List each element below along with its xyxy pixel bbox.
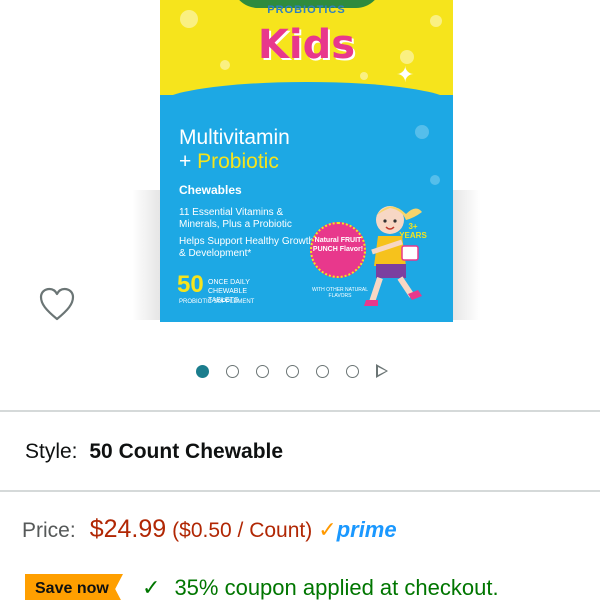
star-icon: ✦ xyxy=(396,62,415,87)
coupon-text: 35% coupon applied at checkout. xyxy=(174,575,499,600)
tablet-count: 50 xyxy=(177,271,204,298)
carousel-dot-5[interactable] xyxy=(316,364,329,378)
other-flavors-note: WITH OTHER NATURAL FLAVORS xyxy=(311,287,369,299)
supplement-label: PROBIOTIC SUPPLEMENT xyxy=(179,299,255,305)
prime-check-icon: ✓ xyxy=(318,517,337,542)
prime-text: prime xyxy=(336,517,397,542)
product-image-area[interactable]: PROBIOTICS Kids ✦ Multivitamin + Probiot… xyxy=(0,0,600,350)
unit-price: ($0.50 / Count) xyxy=(172,519,313,542)
carousel-dot-1[interactable] xyxy=(196,364,209,378)
product-image[interactable]: PROBIOTICS Kids ✦ Multivitamin + Probiot… xyxy=(160,0,453,322)
style-selector[interactable]: Style: 50 Count Chewable xyxy=(25,440,283,464)
style-value: 50 Count Chewable xyxy=(89,440,284,463)
brand-line: PROBIOTICS xyxy=(267,4,346,16)
carousel-dot-4[interactable] xyxy=(286,364,299,378)
probiotic-text: Probiotic xyxy=(197,150,279,173)
heart-outline-icon[interactable] xyxy=(38,286,76,322)
price-row: Price: $24.99 ($0.50 / Count) ✓prime xyxy=(22,515,397,544)
play-video-icon[interactable] xyxy=(376,364,388,378)
claim-growth: Helps Support Healthy Growth & Developme… xyxy=(179,236,315,259)
price-label: Price: xyxy=(22,519,76,542)
image-carousel-indicators xyxy=(196,362,388,380)
divider xyxy=(0,490,600,492)
claim-vitamins: 11 Essential Vitamins & Minerals, Plus a… xyxy=(179,207,292,230)
prime-badge[interactable]: ✓prime xyxy=(318,517,396,543)
carousel-dot-3[interactable] xyxy=(256,364,269,378)
coupon-applied: ✓ 35% coupon applied at checkout. xyxy=(142,575,499,600)
divider xyxy=(0,410,600,412)
product-title-line1: Multivitamin xyxy=(179,126,290,149)
carousel-dot-6[interactable] xyxy=(346,364,359,378)
image-shadow-left xyxy=(132,190,160,320)
price-value: $24.99 xyxy=(89,515,167,543)
image-shadow-right xyxy=(452,190,480,320)
product-title-line2: + Probiotic xyxy=(179,150,279,174)
carousel-dot-2[interactable] xyxy=(226,364,239,378)
save-now-badge: Save now xyxy=(25,574,123,600)
checkmark-icon: ✓ xyxy=(142,575,161,600)
style-label: Style: xyxy=(25,440,78,463)
plus-sign: + xyxy=(179,150,192,173)
product-form: Chewables xyxy=(179,183,242,197)
